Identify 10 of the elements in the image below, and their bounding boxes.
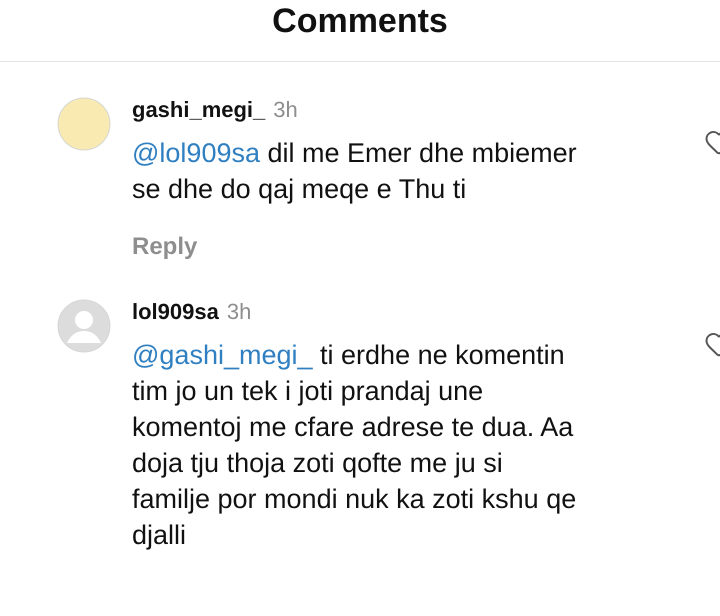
mention-link[interactable]: @gashi_megi_ [132,340,313,370]
comment-text: @gashi_megi_ ti erdhe ne komentin tim jo un tek i joti prandaj une komentoj me cfare adrese te dua. Aa doja tju thoja zoti qofte me ju si familje por mondi nuk ka zoti kshu qe djalli [132,339,578,552]
comment-time: 3h [273,97,298,123]
username[interactable]: lol909sa [132,299,219,325]
username[interactable]: gashi_megi_ [132,97,266,123]
mention-link[interactable]: @lol909sa [132,138,260,168]
comment-text: @lol909sa dil me Emer dhe mbiemer se dhe do qaj meqe e Thu ti [132,137,578,206]
comment-time: 3h [226,299,252,325]
reply-button[interactable]: Reply [132,229,198,265]
page-title: Comments [272,4,448,38]
